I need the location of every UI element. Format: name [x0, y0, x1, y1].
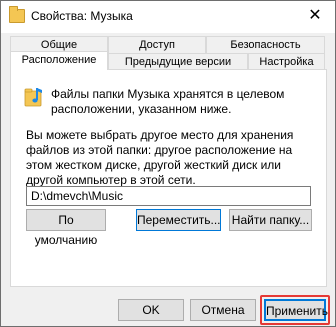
tab-security[interactable]: Безопасность [206, 36, 325, 53]
location-path-field[interactable]: D:\dmevch\Music [26, 186, 311, 206]
location-description: Вы можете выбрать другое место для хране… [26, 128, 294, 187]
find-folder-button[interactable]: Найти папку... [229, 209, 312, 231]
ok-button[interactable]: OK [118, 299, 184, 321]
window-title: Свойства: Музыка [31, 9, 133, 23]
move-button[interactable]: Переместить... [136, 209, 221, 231]
properties-dialog: Свойства: Музыка ✕ Общие Доступ Безопасн… [0, 0, 336, 327]
apply-highlight-frame [260, 295, 330, 325]
tab-sharing[interactable]: Доступ [108, 36, 206, 53]
location-intro: Файлы папки Музыка хранятся в целевом ра… [51, 87, 285, 116]
cancel-button[interactable]: Отмена [190, 299, 256, 321]
folder-icon [9, 6, 25, 23]
title-bar: Свойства: Музыка ✕ [1, 1, 335, 33]
restore-default-button[interactable]: По умолчанию [26, 209, 106, 247]
tab-location[interactable]: Расположение [10, 51, 108, 70]
tab-customize[interactable]: Настройка [248, 53, 325, 70]
close-icon[interactable]: ✕ [301, 5, 329, 27]
tab-previous-versions[interactable]: Предыдущие версии [108, 53, 248, 70]
music-folder-icon [24, 88, 42, 107]
location-panel: Файлы папки Музыка хранятся в целевом ра… [10, 69, 327, 287]
